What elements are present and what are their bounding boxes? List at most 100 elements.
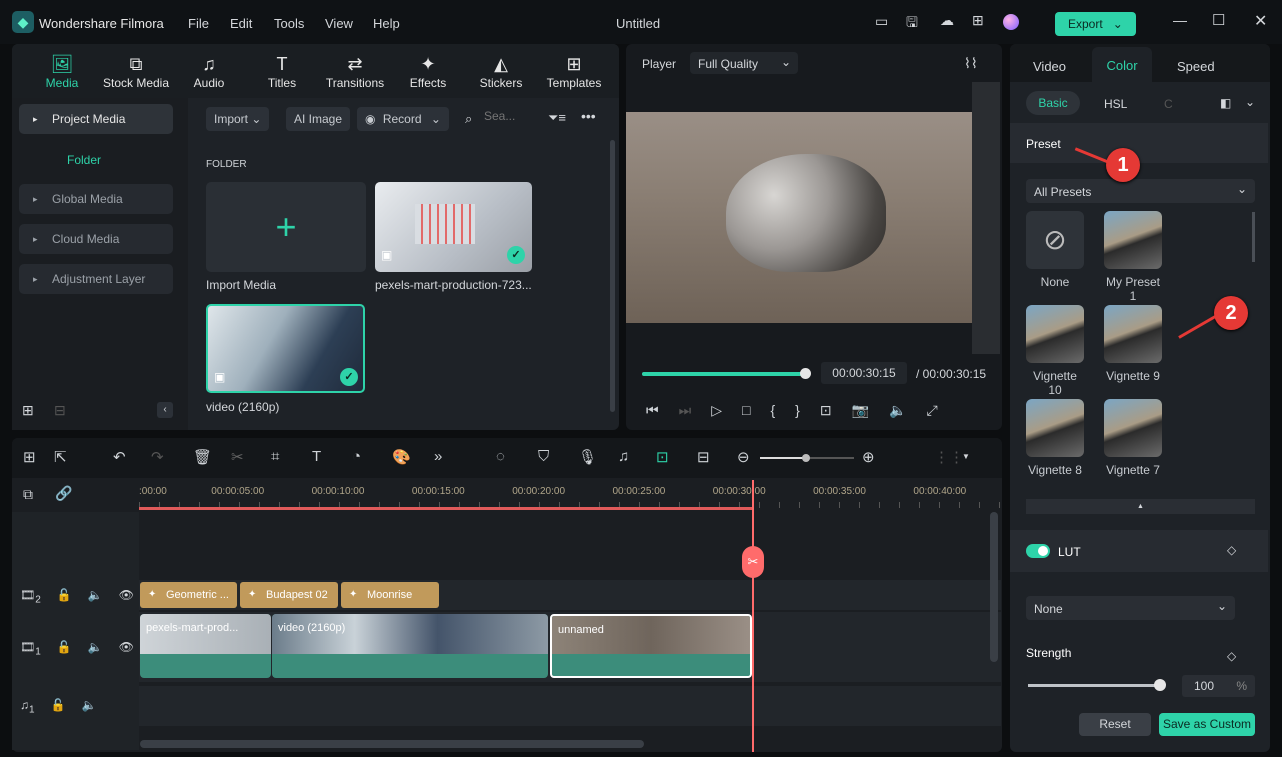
sidebar-item-adjustment-layer[interactable]: Adjustment Layer	[19, 264, 173, 294]
link-icon[interactable]: 🔗	[55, 485, 72, 502]
timeline-hscroll[interactable]	[140, 740, 644, 748]
waveform-monitor-icon[interactable]: ⌇⌇	[964, 55, 978, 72]
reset-button[interactable]: Reset	[1079, 713, 1151, 736]
speed-icon[interactable]: ◔	[352, 448, 361, 465]
export-button[interactable]: Export ⌄	[1055, 12, 1136, 36]
menu-view[interactable]: View	[325, 16, 353, 31]
preset-item[interactable]: ⊘ None	[1025, 211, 1085, 289]
subtab-curves[interactable]: C	[1164, 97, 1173, 111]
ai-image-button[interactable]: AI Image	[286, 107, 351, 131]
remove-folder-icon[interactable]: ⊟	[54, 402, 66, 419]
volume-icon[interactable]: 🔈	[889, 402, 906, 419]
preset-item[interactable]: Vignette 10	[1025, 305, 1085, 397]
track-settings-icon[interactable]: ⋮⋮	[934, 448, 964, 466]
redo-icon[interactable]: ↷	[151, 448, 164, 466]
crop-icon[interactable]: ⌗	[271, 448, 279, 465]
current-time[interactable]: 00:00:30:15	[821, 362, 907, 384]
tab-media[interactable]: 🖼 Media	[27, 52, 97, 90]
playhead[interactable]	[752, 480, 754, 752]
eye-icon[interactable]: 👁	[119, 640, 134, 657]
video-clip-selected[interactable]: unnamed	[550, 614, 752, 678]
more-options-icon[interactable]: •••	[581, 108, 596, 124]
layout-icon[interactable]: ▭	[875, 13, 888, 30]
import-button[interactable]: Import ⌄	[206, 107, 270, 131]
media-scrollbar[interactable]	[610, 140, 615, 412]
strength-input[interactable]: 100%	[1182, 675, 1255, 697]
slider-knob[interactable]	[1154, 679, 1166, 691]
preset-item[interactable]: Vignette 8	[1025, 399, 1085, 477]
snap-icon[interactable]: ⊡	[656, 448, 669, 466]
search-input[interactable]	[484, 109, 534, 123]
tab-video[interactable]: Video	[1033, 59, 1066, 74]
collapse-sidebar-button[interactable]: ‹	[157, 402, 173, 418]
video-clip[interactable]: video (2160p)	[272, 614, 548, 678]
mark-out-icon[interactable]: }	[795, 402, 800, 419]
avatar[interactable]	[1003, 14, 1019, 30]
save-as-custom-button[interactable]: Save as Custom	[1159, 713, 1255, 736]
record-button[interactable]: ◉ Record ⌄	[357, 107, 449, 131]
previous-frame-icon[interactable]: ⏮	[646, 402, 659, 419]
preset-filter-select[interactable]: All Presets ⌄	[1026, 179, 1255, 203]
tab-stock-media[interactable]: ⧉ Stock Media	[101, 52, 171, 90]
preset-item[interactable]: Vignette 9	[1103, 305, 1163, 383]
media-item-pexels[interactable]: ▣ ✓	[375, 182, 532, 272]
zoom-in-icon[interactable]: ⊕	[862, 448, 875, 466]
lock-icon[interactable]: 🔓	[57, 640, 72, 657]
new-folder-icon[interactable]: ⊞	[22, 402, 34, 419]
playhead-knob[interactable]	[800, 368, 811, 379]
tab-effects[interactable]: ✦ Effects	[393, 52, 463, 90]
import-media-tile[interactable]: +	[206, 182, 366, 272]
text-icon[interactable]: T	[312, 448, 321, 465]
speaker-icon[interactable]: 🔈	[88, 640, 103, 657]
chevron-down-icon[interactable]: ▼	[962, 452, 970, 461]
eye-icon[interactable]: 👁	[119, 588, 134, 605]
sidebar-item-folder[interactable]: Folder	[67, 153, 101, 167]
auto-reframe-icon[interactable]: ◌	[496, 448, 505, 465]
preset-item[interactable]: My Preset 1	[1103, 211, 1163, 303]
mark-in-icon[interactable]: {	[770, 402, 775, 419]
tab-transitions[interactable]: ⇄ Transitions	[320, 52, 390, 90]
fullscreen-icon[interactable]: ⤢	[926, 402, 937, 419]
stop-icon[interactable]: □	[742, 402, 750, 419]
play-icon[interactable]: ▷	[711, 402, 722, 419]
lock-icon[interactable]: 🔓	[51, 698, 66, 715]
snapshot-icon[interactable]: 📷	[852, 402, 869, 419]
grid-apps-icon[interactable]: ⊞	[972, 12, 984, 29]
menu-tools[interactable]: Tools	[274, 16, 304, 31]
fit-icon[interactable]: ⊟	[697, 448, 710, 466]
close-button[interactable]: ✕	[1254, 11, 1267, 31]
time-ruler[interactable]	[139, 480, 1001, 510]
maximize-button[interactable]: ☐	[1212, 11, 1225, 29]
speaker-icon[interactable]: 🔈	[82, 698, 97, 715]
sidebar-item-project-media[interactable]: Project Media	[19, 104, 173, 134]
filter-icon[interactable]: ⏷≡	[548, 110, 566, 126]
effect-clip[interactable]: Geometric ...	[140, 582, 237, 608]
delete-icon[interactable]: 🗑	[193, 448, 212, 466]
tab-audio[interactable]: ♫ Audio	[174, 52, 244, 90]
preset-item[interactable]: Vignette 7	[1103, 399, 1163, 477]
slider-knob[interactable]	[802, 454, 810, 462]
minimize-button[interactable]: —	[1173, 12, 1187, 28]
tab-templates[interactable]: ⊞ Templates	[539, 52, 609, 90]
video-clip[interactable]: pexels-mart-prod...	[140, 614, 271, 678]
zoom-slider[interactable]	[760, 454, 854, 462]
effect-clip[interactable]: Moonrise	[341, 582, 439, 608]
tab-stickers[interactable]: ◭ Stickers	[466, 52, 536, 90]
playhead-scissors-icon[interactable]: ✂	[742, 546, 764, 578]
more-tools-icon[interactable]: »	[434, 448, 442, 465]
quality-select[interactable]: Full Quality ⌄	[690, 52, 798, 74]
sidebar-item-cloud-media[interactable]: Cloud Media	[19, 224, 173, 254]
strength-slider[interactable]	[1028, 679, 1166, 691]
marker-icon[interactable]: ⛉	[538, 448, 549, 465]
next-frame-icon[interactable]: ⏭	[679, 402, 692, 419]
media-item-video-2160p[interactable]: ▣ ✓	[206, 304, 365, 393]
effect-clip[interactable]: Budapest 02	[240, 582, 338, 608]
compare-view-icon[interactable]: ◧	[1220, 96, 1231, 110]
sidebar-item-global-media[interactable]: Global Media	[19, 184, 173, 214]
layout-grid-icon[interactable]: ⊞	[23, 448, 36, 466]
tab-titles[interactable]: T Titles	[247, 52, 317, 90]
playback-progress[interactable]	[642, 368, 811, 379]
tab-color[interactable]: Color	[1092, 47, 1152, 82]
add-track-icon[interactable]: ⧉	[23, 486, 33, 503]
color-palette-icon[interactable]: 🎨	[392, 448, 411, 466]
